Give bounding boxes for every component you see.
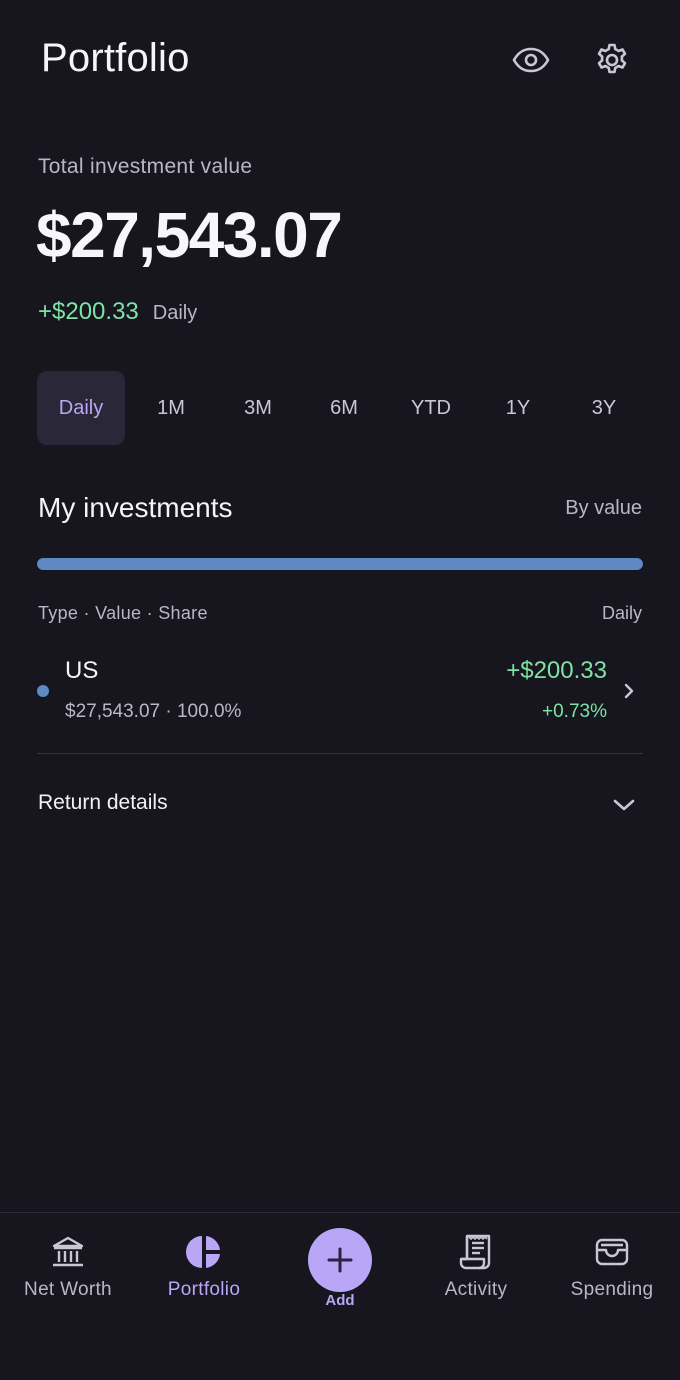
tab-3y[interactable]: 3Y: [572, 371, 636, 445]
daily-change-period: Daily: [152, 302, 198, 324]
nav-label-net-worth: Net Worth: [24, 1279, 112, 1300]
tab-3m[interactable]: 3M: [226, 371, 290, 445]
total-investment-label: Total investment value: [38, 155, 253, 178]
investment-daily-change: +$200.33: [506, 657, 607, 684]
tab-6m[interactable]: 6M: [312, 371, 376, 445]
chevron-right-icon: [621, 681, 637, 701]
columns-header-right: Daily: [601, 603, 642, 623]
investment-daily-change-pct: +0.73%: [542, 701, 607, 722]
header: Portfolio: [0, 0, 680, 120]
plus-icon: [327, 1247, 353, 1273]
daily-change-amount: +$200.33: [38, 298, 139, 325]
nav-spending[interactable]: Spending: [544, 1213, 680, 1333]
nav-label-spending: Spending: [570, 1279, 654, 1300]
wallet-icon: [593, 1233, 631, 1271]
tab-daily[interactable]: Daily: [37, 371, 125, 445]
tab-1m[interactable]: 1M: [139, 371, 203, 445]
divider: [37, 753, 643, 754]
return-details-label: Return details: [38, 791, 168, 814]
allocation-bar: [37, 558, 643, 570]
bank-icon: [49, 1233, 87, 1271]
gear-icon[interactable]: [590, 38, 634, 82]
chevron-down-icon: [611, 792, 637, 818]
return-details-toggle[interactable]: Return details: [37, 776, 643, 832]
eye-icon[interactable]: [509, 38, 553, 82]
sort-by-value-button[interactable]: By value: [565, 497, 642, 520]
daily-change-row: +$200.33 Daily: [38, 298, 197, 326]
tab-1y[interactable]: 1Y: [486, 371, 550, 445]
time-range-tabs: Daily 1M 3M 6M YTD 1Y 3Y: [37, 371, 643, 445]
nav-label-activity: Activity: [444, 1279, 508, 1300]
bottom-navigation: Net Worth Portfolio Add Activity Spendin…: [0, 1212, 680, 1380]
receipt-icon: [457, 1233, 495, 1271]
add-button[interactable]: [308, 1228, 372, 1292]
pie-chart-icon: [185, 1233, 223, 1271]
investments-title: My investments: [38, 492, 233, 523]
allocation-bar-fill-us: [37, 558, 643, 570]
investment-value-share: $27,543.07 · 100.0%: [65, 701, 242, 722]
nav-add[interactable]: Add: [272, 1213, 408, 1333]
total-investment-value: $27,543.07: [36, 199, 343, 271]
nav-label-portfolio: Portfolio: [167, 1279, 241, 1300]
nav-portfolio[interactable]: Portfolio: [136, 1213, 272, 1333]
investment-name: US: [65, 657, 99, 684]
page-title: Portfolio: [41, 36, 190, 80]
nav-activity[interactable]: Activity: [408, 1213, 544, 1333]
nav-net-worth[interactable]: Net Worth: [0, 1213, 136, 1333]
investment-row-us[interactable]: US $27,543.07 · 100.0% +$200.33 +0.73%: [37, 645, 643, 735]
columns-header-left: Type · Value · Share: [38, 603, 208, 623]
tab-ytd[interactable]: YTD: [398, 371, 464, 445]
nav-label-add: Add: [325, 1292, 355, 1309]
investment-color-dot: [37, 685, 49, 697]
